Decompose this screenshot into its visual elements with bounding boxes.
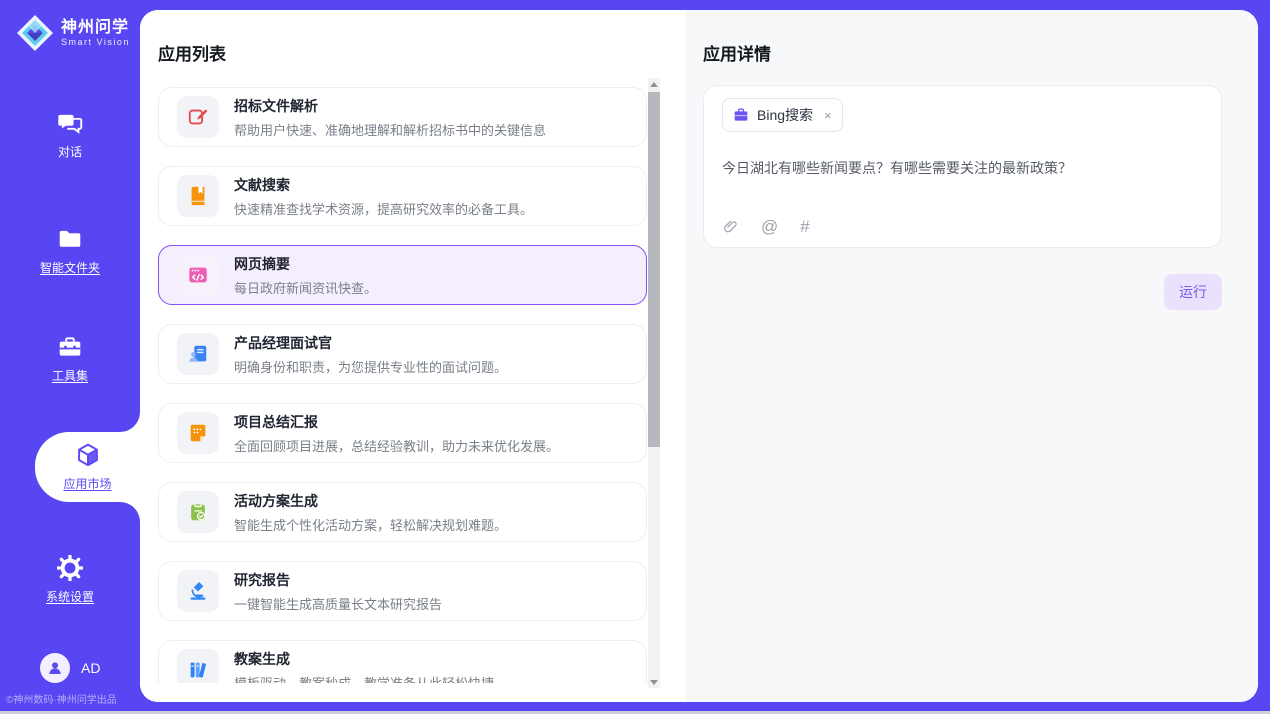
sidebar-item-label: 系统设置 bbox=[46, 588, 94, 605]
sidebar-item-smart-folder[interactable]: 智能文件夹 bbox=[0, 226, 140, 276]
app-icon-tile bbox=[177, 570, 219, 612]
app-icon-tile bbox=[177, 254, 219, 296]
app-item-event-plan[interactable]: 活动方案生成 智能生成个性化活动方案，轻松解决规划难题。 bbox=[158, 482, 647, 542]
sidebar-item-label: 工具集 bbox=[52, 367, 88, 384]
app-icon-tile bbox=[177, 412, 219, 454]
sidebar: 神州问学 Smart Vision 对话 智能文件夹 工具集 bbox=[0, 0, 140, 714]
run-button[interactable]: 运行 bbox=[1164, 274, 1222, 310]
app-detail-panel: 应用详情 Bing搜索 × 今日湖北有哪些新闻要点？有哪些需要关注的最新政策？ … bbox=[685, 10, 1258, 702]
memo-icon bbox=[187, 422, 209, 444]
user-avatar-icon bbox=[46, 659, 64, 677]
app-icon-tile bbox=[177, 491, 219, 533]
app-item-desc: 智能生成个性化活动方案，轻松解决规划难题。 bbox=[234, 515, 507, 534]
scroll-down-arrow[interactable] bbox=[648, 676, 660, 688]
brand-name: 神州问学 bbox=[61, 19, 130, 37]
app-item-title: 活动方案生成 bbox=[234, 491, 507, 511]
avatar[interactable] bbox=[40, 653, 70, 683]
app-item-pm-interviewer[interactable]: 产品经理面试官 明确身份和职责，为您提供专业性的面试问题。 bbox=[158, 324, 647, 384]
app-detail-title: 应用详情 bbox=[703, 40, 1222, 65]
sidebar-item-settings[interactable]: 系统设置 bbox=[0, 555, 140, 605]
app-icon-tile bbox=[177, 333, 219, 375]
app-item-title: 研究报告 bbox=[234, 570, 442, 590]
run-row: 运行 bbox=[703, 274, 1222, 310]
sidebar-item-app-market[interactable]: 应用市场 bbox=[35, 432, 140, 502]
app-item-title: 网页摘要 bbox=[234, 254, 377, 274]
app-item-title: 项目总结汇报 bbox=[234, 412, 559, 432]
app-item-title: 文献搜索 bbox=[234, 175, 533, 195]
cube-icon bbox=[75, 442, 101, 468]
app-market-page: { "brand": { "name": "神州问学", "subtitle":… bbox=[0, 0, 1270, 714]
app-icon-tile bbox=[177, 649, 219, 683]
sidebar-item-chat[interactable]: 对话 bbox=[0, 110, 140, 160]
composer-toolbar: @ # bbox=[722, 218, 1203, 235]
app-item-desc: 模板驱动，教案秒成，教学准备从此轻松快捷 bbox=[234, 673, 494, 684]
interviewer-icon bbox=[187, 343, 209, 365]
app-list-panel: 应用列表 招标文件解析 帮助用户快速、准确地理解和解析招标书中的关键信息 bbox=[140, 10, 685, 702]
books-icon bbox=[187, 659, 209, 681]
app-icon-tile bbox=[177, 175, 219, 217]
hash-icon[interactable]: # bbox=[800, 218, 809, 235]
app-item-desc: 明确身份和职责，为您提供专业性的面试问题。 bbox=[234, 357, 507, 376]
active-tab-curve-bottom bbox=[120, 502, 140, 522]
app-item-literature-search[interactable]: 文献搜索 快速精准查找学术资源，提高研究效率的必备工具。 bbox=[158, 166, 647, 226]
scrollbar-thumb[interactable] bbox=[648, 92, 660, 447]
app-item-desc: 帮助用户快速、准确地理解和解析招标书中的关键信息 bbox=[234, 120, 546, 139]
sidebar-nav: 对话 智能文件夹 工具集 应用市场 bbox=[0, 110, 140, 605]
app-item-desc: 全面回顾项目进展，总结经验教训，助力未来优化发展。 bbox=[234, 436, 559, 455]
app-list-title: 应用列表 bbox=[158, 40, 685, 65]
sidebar-item-label: 对话 bbox=[58, 143, 82, 160]
briefcase-icon bbox=[733, 107, 749, 123]
app-item-desc: 快速精准查找学术资源，提高研究效率的必备工具。 bbox=[234, 199, 533, 218]
app-item-lesson-plan[interactable]: 教案生成 模板驱动，教案秒成，教学准备从此轻松快捷 bbox=[158, 640, 647, 683]
close-icon[interactable]: × bbox=[824, 109, 832, 122]
app-item-desc: 一键智能生成高质量长文本研究报告 bbox=[234, 594, 442, 613]
diamond-gem-icon bbox=[16, 14, 54, 52]
app-list: 招标文件解析 帮助用户快速、准确地理解和解析招标书中的关键信息 文献搜索 快速精… bbox=[158, 87, 647, 683]
app-item-title: 招标文件解析 bbox=[234, 96, 546, 116]
mention-icon[interactable]: @ bbox=[761, 218, 778, 235]
tool-chip-bing-search[interactable]: Bing搜索 × bbox=[722, 98, 843, 132]
clipboard-check-icon bbox=[187, 501, 209, 523]
app-item-desc: 每日政府新闻资讯快查。 bbox=[234, 278, 377, 297]
list-scrollbar[interactable] bbox=[648, 78, 660, 688]
sidebar-item-label: 应用市场 bbox=[63, 475, 111, 492]
gear-icon bbox=[57, 555, 83, 581]
app-item-bid-parse[interactable]: 招标文件解析 帮助用户快速、准确地理解和解析招标书中的关键信息 bbox=[158, 87, 647, 147]
brand-logo: 神州问学 Smart Vision bbox=[16, 14, 140, 52]
toolbox-icon bbox=[57, 334, 83, 360]
main-card: 应用列表 招标文件解析 帮助用户快速、准确地理解和解析招标书中的关键信息 bbox=[140, 10, 1258, 702]
attachment-icon[interactable] bbox=[722, 218, 739, 235]
microscope-icon bbox=[187, 580, 209, 602]
webpage-code-icon bbox=[187, 264, 209, 286]
app-icon-tile bbox=[177, 96, 219, 138]
active-tab-curve-top bbox=[120, 412, 140, 432]
composer-card: Bing搜索 × 今日湖北有哪些新闻要点？有哪些需要关注的最新政策？ @ # bbox=[703, 85, 1222, 248]
sidebar-footer: ©神州数码·神州问学出品 bbox=[6, 691, 140, 706]
app-item-title: 产品经理面试官 bbox=[234, 333, 507, 353]
book-icon bbox=[187, 185, 209, 207]
user-name: AD bbox=[81, 660, 100, 676]
sidebar-item-label: 智能文件夹 bbox=[40, 259, 100, 276]
user-row: AD bbox=[40, 653, 140, 683]
app-item-project-summary[interactable]: 项目总结汇报 全面回顾项目进展，总结经验教训，助力未来优化发展。 bbox=[158, 403, 647, 463]
app-item-research-report[interactable]: 研究报告 一键智能生成高质量长文本研究报告 bbox=[158, 561, 647, 621]
chat-icon bbox=[57, 110, 83, 136]
app-item-title: 教案生成 bbox=[234, 649, 494, 669]
scroll-up-arrow[interactable] bbox=[648, 78, 660, 90]
edit-icon bbox=[187, 106, 209, 128]
tool-chip-label: Bing搜索 bbox=[757, 105, 813, 125]
app-item-web-summary[interactable]: 网页摘要 每日政府新闻资讯快查。 bbox=[158, 245, 647, 305]
query-input[interactable]: 今日湖北有哪些新闻要点？有哪些需要关注的最新政策？ bbox=[722, 158, 1203, 178]
brand-subtitle: Smart Vision bbox=[61, 37, 130, 47]
sidebar-item-toolset[interactable]: 工具集 bbox=[0, 334, 140, 384]
folder-icon bbox=[57, 226, 83, 252]
